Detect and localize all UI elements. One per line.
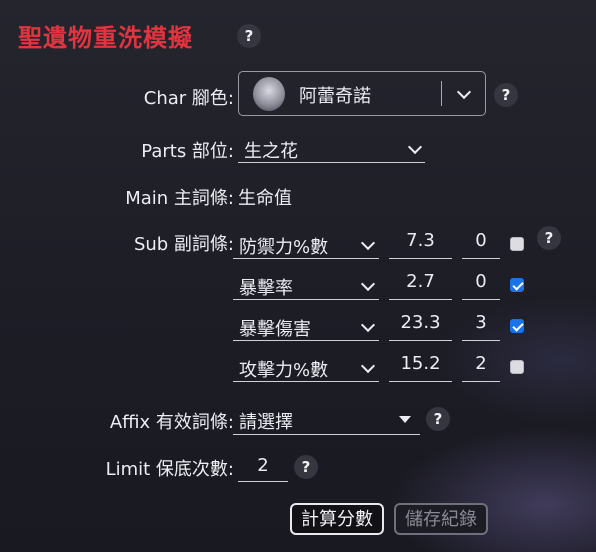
- limit-label: Limit 保底次數:: [105, 459, 234, 480]
- char-label: Char 腳色:: [143, 88, 234, 109]
- chevron-down-icon: [407, 139, 423, 155]
- substat-select[interactable]: 攻擊力%數: [233, 353, 379, 382]
- substat-value-input[interactable]: 7.3: [389, 230, 452, 259]
- chevron-down-icon: [360, 235, 376, 251]
- substat-select[interactable]: 暴擊傷害: [233, 312, 379, 341]
- parts-select[interactable]: 生之花: [238, 134, 425, 163]
- parts-value: 生之花: [244, 141, 298, 162]
- substat-value-input[interactable]: 15.2: [389, 353, 452, 382]
- substat-name: 暴擊傷害: [239, 319, 311, 340]
- substat-value-input[interactable]: 2.7: [389, 271, 452, 300]
- substat-select[interactable]: 防禦力%數: [233, 230, 379, 259]
- substat-count-input[interactable]: 0: [462, 271, 500, 300]
- title-help-icon[interactable]: ?: [237, 24, 261, 48]
- calculate-score-button[interactable]: 計算分數: [290, 503, 384, 535]
- affix-placeholder: 請選擇: [239, 412, 293, 433]
- chevron-down-icon: [360, 276, 376, 292]
- affix-select[interactable]: 請選擇: [233, 405, 420, 435]
- substat-name: 攻擊力%數: [239, 360, 329, 381]
- character-avatar: [253, 77, 285, 111]
- affix-help-icon[interactable]: ?: [426, 407, 450, 431]
- main-label: Main 主詞條:: [125, 188, 234, 209]
- caret-down-icon: [399, 416, 411, 423]
- chevron-down-icon: [360, 358, 376, 374]
- char-help-icon[interactable]: ?: [494, 83, 518, 107]
- substat-name: 防禦力%數: [239, 237, 329, 258]
- main-value: 生命值: [238, 188, 292, 209]
- chevron-down-icon: [360, 317, 376, 333]
- sub-label: Sub 副詞條:: [133, 234, 234, 255]
- substat-checkbox[interactable]: [510, 278, 524, 292]
- substat-checkbox[interactable]: [510, 237, 524, 251]
- substat-checkbox[interactable]: [510, 360, 524, 374]
- chevron-down-icon[interactable]: [456, 84, 472, 100]
- sub-help-icon[interactable]: ?: [537, 226, 561, 250]
- substat-value-input[interactable]: 23.3: [389, 312, 452, 341]
- page-title: 聖遺物重洗模擬: [18, 24, 193, 52]
- save-record-button[interactable]: 儲存紀錄: [394, 503, 488, 535]
- affix-label: Affix 有效詞條:: [109, 412, 234, 433]
- substat-select[interactable]: 暴擊率: [233, 271, 379, 300]
- parts-label: Parts 部位:: [141, 141, 234, 162]
- substat-count-input[interactable]: 0: [462, 230, 500, 259]
- char-select[interactable]: 阿蕾奇諾: [238, 71, 486, 116]
- limit-help-icon[interactable]: ?: [294, 455, 318, 479]
- char-name: 阿蕾奇諾: [299, 86, 371, 107]
- limit-input[interactable]: 2: [238, 452, 288, 482]
- substat-name: 暴擊率: [239, 278, 293, 299]
- substat-count-input[interactable]: 3: [462, 312, 500, 341]
- select-separator: [441, 81, 442, 106]
- substat-count-input[interactable]: 2: [462, 353, 500, 382]
- substat-checkbox[interactable]: [510, 319, 524, 333]
